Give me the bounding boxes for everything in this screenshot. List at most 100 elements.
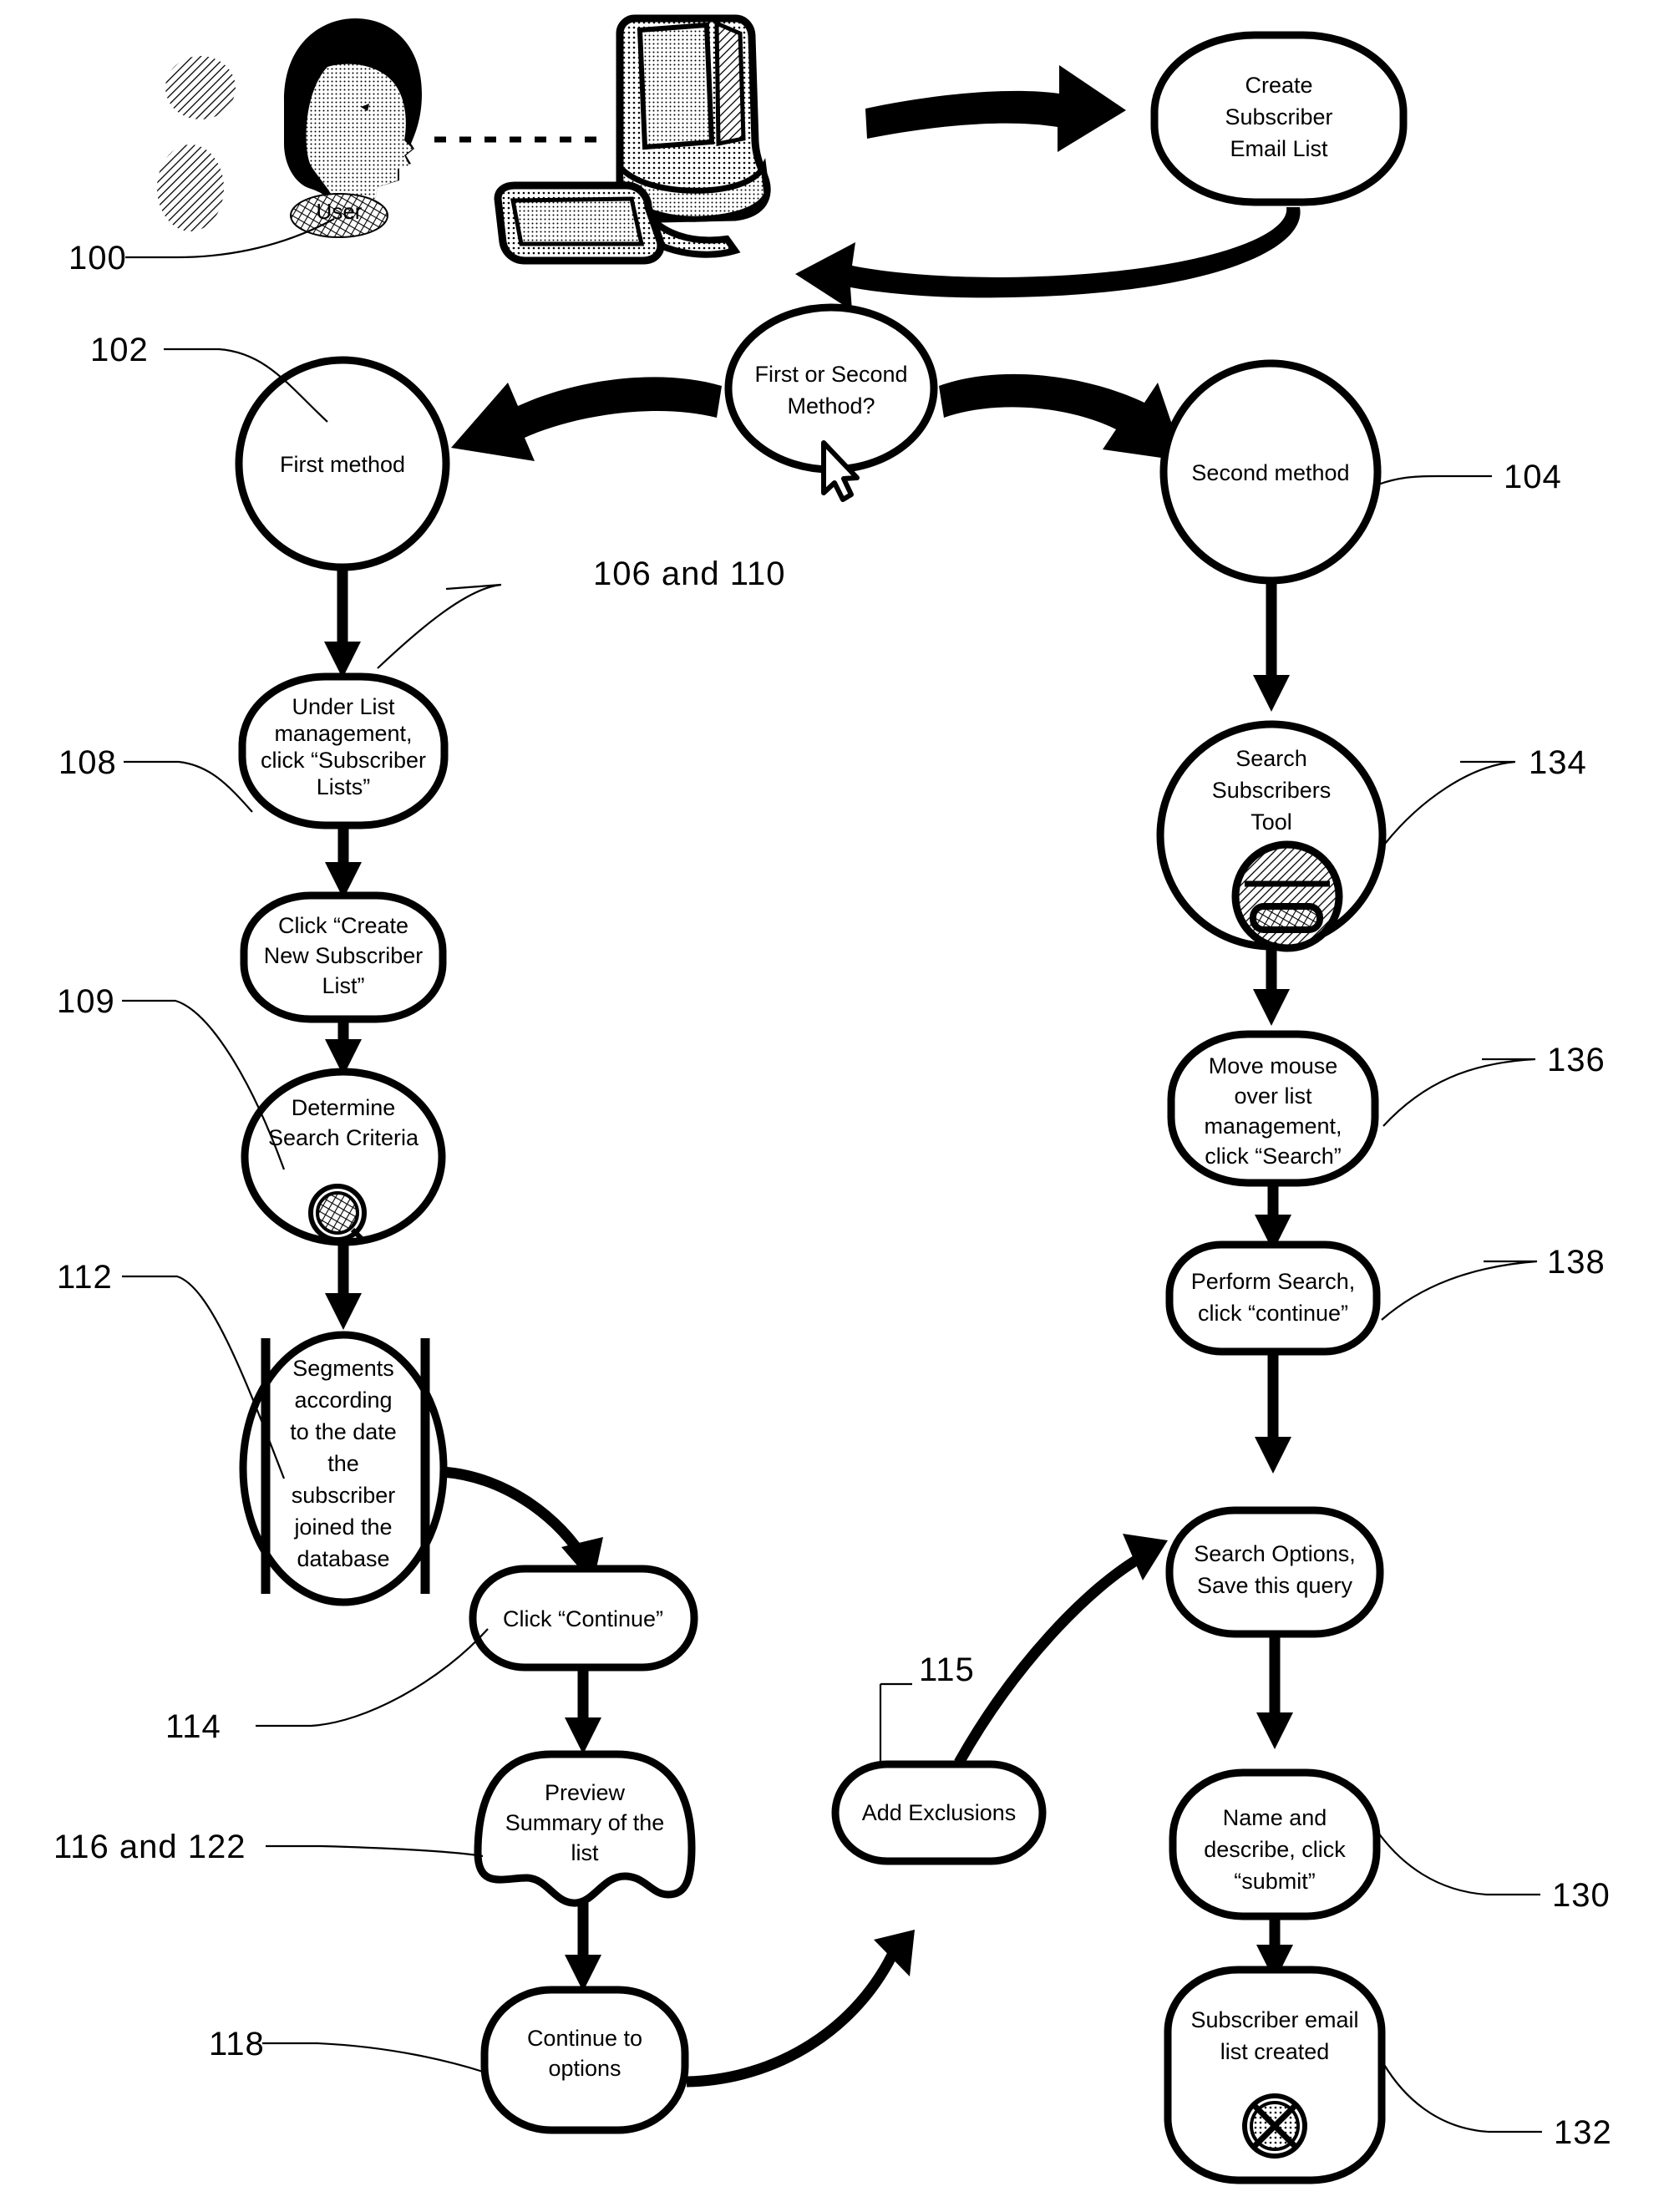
- node-determine-search-criteria[interactable]: Determine Search Criteria: [241, 1068, 446, 1246]
- leader-130: [1377, 1832, 1540, 1896]
- ref-132: 132: [1554, 2114, 1612, 2151]
- user-illustration: [125, 14, 771, 265]
- node-label-line: database: [297, 1546, 389, 1571]
- ref-102: 102: [90, 332, 149, 368]
- node-name-and-describe[interactable]: Name and describe, click “submit”: [1169, 1768, 1381, 1920]
- node-label-line: click “Subscriber: [261, 748, 426, 773]
- node-label-line: Lists”: [317, 774, 371, 799]
- node-label-line: list: [571, 1840, 599, 1865]
- node-label-line: management,: [1204, 1114, 1342, 1139]
- arrow-under-list-to-create-new: [325, 829, 362, 899]
- node-label-line: Email List: [1230, 136, 1328, 161]
- arrow-continue-options-to-add-exclusions: [686, 1930, 915, 2088]
- node-label-line: Second method: [1191, 460, 1349, 485]
- ref-104: 104: [1504, 459, 1562, 495]
- leader-115: [879, 1682, 912, 1764]
- big-arrow-to-create-list: [865, 65, 1126, 152]
- arrow-search-options-to-name-describe: [1256, 1636, 1293, 1749]
- node-preview-summary[interactable]: Preview Summary of the list: [474, 1750, 696, 1907]
- arrow-create-to-decision: [795, 207, 1301, 311]
- ref-106-110: 106 and 110: [593, 556, 785, 592]
- ref-130: 130: [1552, 1877, 1611, 1914]
- arrow-search-tool-to-move-mouse: [1253, 942, 1290, 1026]
- node-search-options-save-query[interactable]: Search Options, Save this query: [1165, 1506, 1384, 1638]
- node-label-line: Perform Search,: [1191, 1269, 1356, 1294]
- ref-114: 114: [165, 1708, 221, 1745]
- node-label-line: First or Second: [754, 362, 907, 387]
- node-label-line: joined the: [293, 1514, 392, 1540]
- ref-134: 134: [1529, 744, 1587, 781]
- globe-icon: [308, 1184, 367, 1242]
- node-label-line: click “Search”: [1205, 1144, 1342, 1169]
- node-label-line: First method: [280, 452, 405, 477]
- node-label-line: Move mouse: [1209, 1053, 1338, 1078]
- arrow-add-exclusions-to-search-options: [954, 1534, 1168, 1766]
- node-label-line: Subscriber: [1225, 104, 1332, 129]
- leader-116-122: [266, 1844, 484, 1858]
- node-label-line: Search Criteria: [268, 1125, 419, 1150]
- patent-figure-canvas: 100 User Create Subscriber Email List Fi…: [0, 0, 1669, 2212]
- node-decision-first-or-second-method[interactable]: First or Second Method?: [724, 303, 938, 502]
- leader-136: [1382, 1058, 1536, 1127]
- crossed-circle-icon: [1242, 2093, 1307, 2159]
- node-label-line: Subscriber email: [1190, 2007, 1358, 2032]
- node-label-line: click “continue”: [1198, 1301, 1348, 1326]
- node-first-method[interactable]: First method: [235, 356, 450, 571]
- node-segments-by-join-date[interactable]: Segments according to the date the subsc…: [239, 1331, 448, 1606]
- leader-104: [1377, 474, 1492, 486]
- node-label-line: Determine: [292, 1095, 396, 1120]
- arrow-first-method-to-under-list: [324, 570, 361, 678]
- node-continue-to-options[interactable]: Continue to options: [480, 1986, 689, 2134]
- ref-118: 118: [209, 2026, 265, 2062]
- node-label-line: Preview: [545, 1780, 626, 1805]
- leader-138: [1381, 1260, 1538, 1321]
- node-label-line: options: [548, 2056, 621, 2081]
- node-second-method[interactable]: Second method: [1159, 359, 1382, 585]
- node-label-line: Method?: [787, 393, 875, 419]
- leader-114: [256, 1628, 489, 1727]
- ref-116-122: 116 and 122: [53, 1829, 246, 1865]
- node-label-line: Click “Continue”: [503, 1606, 663, 1631]
- node-click-continue[interactable]: Click “Continue”: [469, 1565, 698, 1672]
- user-caption: User: [317, 199, 363, 224]
- arrow-decision-to-first-method: [451, 377, 722, 461]
- leader-134: [1384, 760, 1516, 845]
- arrow-preview-to-continue-options: [565, 1903, 601, 1991]
- node-under-list-management[interactable]: Under List management, click “Subscriber…: [238, 672, 449, 830]
- leader-106-110: [377, 583, 502, 669]
- node-label-line: the: [327, 1451, 359, 1476]
- arrow-perform-search-to-search-options: [1255, 1353, 1291, 1474]
- node-label-line: describe, click: [1204, 1837, 1346, 1862]
- arrow-decision-to-second-method: [939, 373, 1185, 461]
- shaded-sphere-icon: [1231, 840, 1343, 952]
- node-label-line: Under List: [292, 694, 395, 719]
- node-subscriber-email-list-created[interactable]: Subscriber email list created: [1164, 1966, 1386, 2184]
- ref-108: 108: [58, 744, 117, 781]
- node-label-line: list created: [1220, 2039, 1330, 2064]
- node-label-line: Subscribers: [1212, 778, 1332, 803]
- leader-108: [124, 760, 253, 813]
- node-label-line: Save this query: [1197, 1573, 1353, 1598]
- node-label-line: management,: [274, 721, 412, 746]
- node-label-line: Create: [1245, 73, 1312, 98]
- node-perform-search[interactable]: Perform Search, click “continue”: [1165, 1240, 1381, 1356]
- node-click-create-new-subscriber-list[interactable]: Click “Create New Subscriber List”: [240, 891, 447, 1023]
- node-label-line: Add Exclusions: [862, 1800, 1017, 1825]
- node-move-mouse-over-list-management[interactable]: Move mouse over list management, click “…: [1167, 1030, 1379, 1187]
- node-label-line: Summary of the: [505, 1810, 665, 1835]
- node-create-subscriber-email-list[interactable]: Create Subscriber Email List: [1150, 31, 1408, 206]
- arrow-create-new-to-determine: [325, 1021, 362, 1076]
- node-label-line: Tool: [1250, 809, 1292, 835]
- node-label-line: Search: [1235, 746, 1307, 771]
- node-label-line: Click “Create: [278, 913, 408, 938]
- flowchart-diagram: 100 User Create Subscriber Email List Fi…: [53, 14, 1612, 2184]
- leader-132: [1382, 2062, 1542, 2133]
- node-add-exclusions[interactable]: Add Exclusions: [831, 1760, 1047, 1865]
- node-label-line: according: [294, 1388, 392, 1413]
- node-label-line: Search Options,: [1194, 1541, 1356, 1566]
- node-label-line: Segments: [292, 1356, 394, 1381]
- ref-138: 138: [1547, 1244, 1606, 1281]
- arrow-click-continue-to-preview: [565, 1669, 601, 1754]
- ref-109: 109: [57, 983, 115, 1020]
- node-search-subscribers-tool[interactable]: Search Subscribers Tool: [1156, 720, 1387, 952]
